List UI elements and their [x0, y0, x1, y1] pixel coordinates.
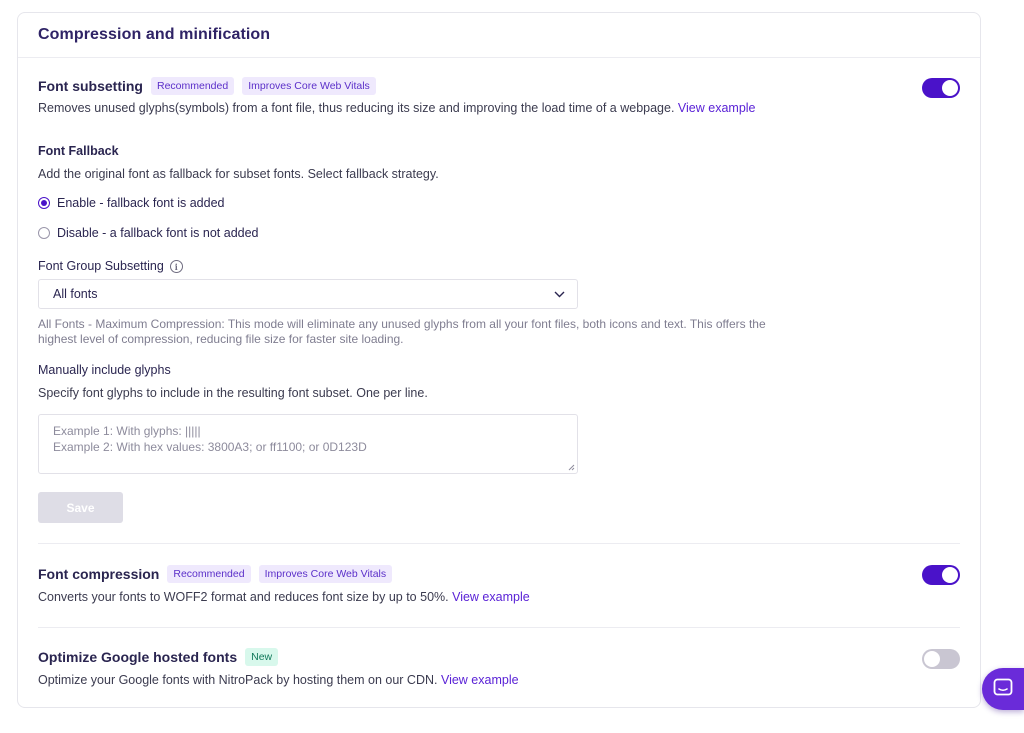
google-fonts-toggle[interactable] [922, 649, 960, 669]
compression-card: Compression and minification Font subset… [17, 12, 981, 708]
font-compression-toggle[interactable] [922, 565, 960, 585]
resize-grip-icon[interactable] [568, 464, 575, 471]
font-group-select[interactable]: All fonts [38, 279, 578, 310]
divider [38, 627, 960, 628]
google-fonts-head: Optimize Google hosted fonts New [38, 648, 960, 666]
fallback-disable-option[interactable]: Disable - a fallback font is not added [38, 226, 960, 240]
font-group-section: Font Group Subsetting i All fonts All Fon… [38, 259, 960, 347]
font-subsetting-head: Font subsetting Recommended Improves Cor… [38, 77, 960, 95]
toggle-knob [942, 80, 958, 96]
chat-icon [993, 678, 1013, 701]
font-compression-title: Font compression [38, 566, 160, 582]
toggle-knob [924, 651, 940, 667]
manual-glyphs-description: Specify font glyphs to include in the re… [38, 386, 428, 400]
manual-glyphs-label: Manually include glyphs [38, 363, 171, 377]
font-group-selected-value: All fonts [53, 287, 98, 302]
fallback-enable-option[interactable]: Enable - fallback font is added [38, 196, 960, 210]
google-fonts-view-example-link[interactable]: View example [441, 673, 519, 687]
font-subsetting-toggle[interactable] [922, 78, 960, 98]
core-web-vitals-badge: Improves Core Web Vitals [242, 77, 376, 95]
fallback-enable-label: Enable - fallback font is added [57, 196, 225, 210]
font-group-label: Font Group Subsetting [38, 259, 164, 273]
fallback-disable-radio[interactable] [38, 227, 50, 239]
manual-glyphs-textarea[interactable]: Example 1: With glyphs: ||||| Example 2:… [38, 414, 578, 474]
font-subsetting-description: Removes unused glyphs(symbols) from a fo… [38, 101, 960, 115]
google-fonts-description-text: Optimize your Google fonts with NitroPac… [38, 673, 438, 687]
google-fonts-description: Optimize your Google fonts with NitroPac… [38, 673, 960, 687]
fallback-disable-label: Disable - a fallback font is not added [57, 226, 259, 240]
new-badge: New [245, 648, 279, 666]
card-header: Compression and minification [18, 13, 980, 58]
font-subsetting-title: Font subsetting [38, 78, 143, 94]
font-group-label-row: Font Group Subsetting i [38, 259, 960, 274]
recommended-badge: Recommended [151, 77, 235, 95]
info-icon[interactable]: i [169, 260, 183, 274]
chevron-down-icon [554, 287, 565, 301]
font-fallback-description: Add the original font as fallback for su… [38, 167, 439, 181]
font-fallback-label: Font Fallback [38, 144, 119, 158]
fallback-enable-radio[interactable] [38, 197, 50, 209]
font-compression-description-text: Converts your fonts to WOFF2 format and … [38, 590, 449, 604]
toggle-knob [942, 567, 958, 583]
google-fonts-title: Optimize Google hosted fonts [38, 649, 238, 665]
font-compression-view-example-link[interactable]: View example [452, 590, 530, 604]
font-subsetting-section: Font subsetting Recommended Improves Cor… [38, 77, 960, 115]
core-web-vitals-badge: Improves Core Web Vitals [258, 565, 393, 583]
textarea-placeholder-line-1: Example 1: With glyphs: ||||| [53, 424, 201, 438]
divider [38, 543, 960, 544]
font-subsetting-view-example-link[interactable]: View example [678, 101, 756, 115]
font-subsetting-description-text: Removes unused glyphs(symbols) from a fo… [38, 101, 675, 115]
font-fallback-section: Font Fallback Add the original font as f… [38, 144, 960, 240]
recommended-badge: Recommended [167, 565, 251, 583]
save-button[interactable]: Save [38, 492, 123, 523]
font-compression-head: Font compression Recommended Improves Co… [38, 565, 960, 583]
google-fonts-section: Optimize Google hosted fonts New Optimiz… [38, 648, 960, 687]
font-group-hint: All Fonts - Maximum Compression: This mo… [38, 317, 766, 347]
manual-glyphs-section: Manually include glyphs Specify font gly… [38, 363, 960, 523]
card-title: Compression and minification [38, 26, 271, 43]
font-compression-description: Converts your fonts to WOFF2 format and … [38, 590, 960, 604]
textarea-placeholder-line-2: Example 2: With hex values: 3800A3; or f… [53, 440, 367, 454]
font-compression-section: Font compression Recommended Improves Co… [38, 565, 960, 604]
chat-launcher-button[interactable] [982, 668, 1024, 710]
